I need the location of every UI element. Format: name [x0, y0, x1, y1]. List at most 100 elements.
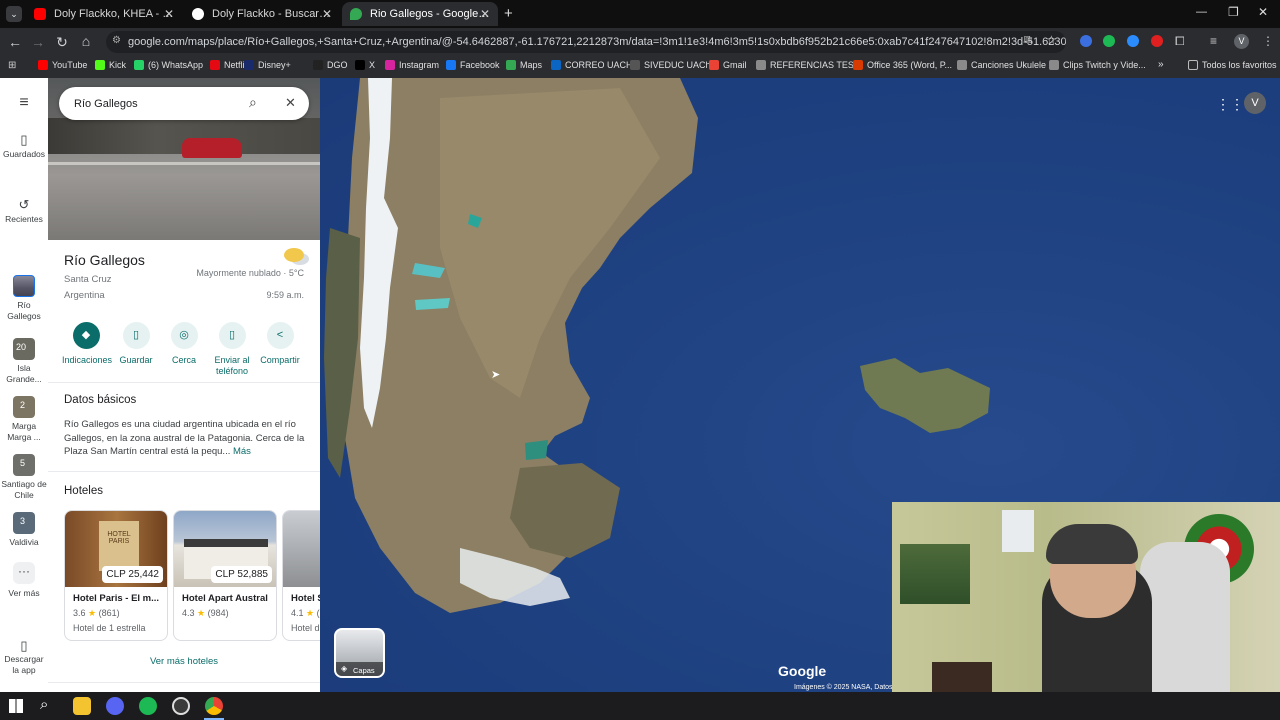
bookmark-label: Disney+	[258, 60, 291, 70]
close-window-button[interactable]: ✕	[1258, 5, 1268, 19]
browser-menu-icon[interactable]: ⋮	[1262, 34, 1274, 48]
gaming-chair	[1140, 542, 1230, 692]
rail-more-button[interactable]: ··· Ver más	[0, 562, 48, 599]
rail-recent-santiago[interactable]: 5 Santiago de Chile	[0, 454, 48, 501]
bookmark-item[interactable]: Instagram	[385, 60, 439, 70]
bookmark-item[interactable]: Canciones Ukulele	[957, 60, 1046, 70]
minimize-button[interactable]: —	[1196, 6, 1207, 18]
hotel-card[interactable]: Hotel S 4.1 ★ ( Hotel d	[282, 510, 320, 641]
tab-title: Rio Gallegos - Google Maps	[370, 8, 490, 20]
tab-google-maps[interactable]: Rio Gallegos - Google Maps ✕	[342, 2, 498, 26]
bookmark-item[interactable]: Gmail	[709, 60, 747, 70]
spotify-icon[interactable]	[139, 697, 157, 715]
tab-close-icon[interactable]: ✕	[164, 7, 174, 21]
google-logo: Google	[778, 663, 827, 679]
hotel-card[interactable]: HOTEL PARIS CLP 25,442 Hotel Paris - El m…	[64, 510, 168, 641]
send-to-phone-button[interactable]: ▯ Enviar al teléfono	[208, 322, 256, 377]
menu-hamburger-icon[interactable]: ≡	[0, 95, 48, 111]
bookmark-item[interactable]: Facebook	[446, 60, 500, 70]
rail-recent-marga-marga[interactable]: 2 Marga Marga ...	[0, 396, 48, 443]
profile-avatar[interactable]: V	[1234, 34, 1249, 49]
url-text: google.com/maps/place/Río+Gallegos,+Sant…	[128, 36, 1066, 48]
install-app-icon[interactable]: ⧉	[1024, 34, 1032, 47]
directions-button[interactable]: ◆ Indicaciones	[62, 322, 112, 366]
new-tab-button[interactable]: +	[504, 5, 513, 22]
browser-tab-strip: ⌄ Doly Flackko, KHEA - algo anda ✕ Doly …	[0, 0, 1280, 28]
rail-recent-rio-gallegos[interactable]: Río Gallegos	[0, 275, 48, 322]
rail-saved-button[interactable]: ▯ Guardados	[0, 133, 48, 160]
rail-label: Río Gallegos	[7, 300, 41, 321]
tab-google-search[interactable]: Doly Flackko - Buscar con Goog ✕	[184, 2, 340, 26]
bookmark-item[interactable]: X	[355, 60, 375, 70]
rail-recent-valdivia[interactable]: 3 Valdivia	[0, 512, 48, 548]
bookmark-item[interactable]: Kick	[95, 60, 126, 70]
apps-grid-icon[interactable]: ⊞	[8, 60, 16, 71]
search-box[interactable]: Río Gallegos ⌕ ✕	[59, 87, 309, 120]
extension-icon[interactable]	[1127, 35, 1139, 47]
rail-recent-isla-grande[interactable]: 20 Isla Grande...	[0, 338, 48, 385]
bookmark-item[interactable]: Maps	[506, 60, 542, 70]
bookmark-label: Todos los favoritos	[1202, 60, 1277, 70]
chrome-icon[interactable]	[205, 697, 223, 715]
tab-youtube[interactable]: Doly Flackko, KHEA - algo anda ✕	[26, 2, 182, 26]
clear-search-icon[interactable]: ✕	[285, 95, 296, 111]
bookmark-item[interactable]: SIVEDUC UACh	[630, 60, 711, 70]
file-explorer-icon[interactable]	[73, 697, 91, 715]
bookmark-item[interactable]: DGO	[313, 60, 348, 70]
address-bar[interactable]: ⚙ google.com/maps/place/Río+Gallegos,+Sa…	[106, 31, 1066, 53]
bookmark-favicon-icon	[551, 60, 561, 70]
all-bookmarks-folder[interactable]: Todos los favoritos	[1188, 60, 1277, 70]
bookmark-label: Instagram	[399, 60, 440, 70]
bookmark-item[interactable]: REFERENCIAS TESIS	[756, 60, 862, 70]
forward-icon[interactable]: →	[26, 34, 50, 50]
nearby-button[interactable]: ◎ Cerca	[160, 322, 208, 366]
discord-icon[interactable]	[106, 697, 124, 715]
tab-close-icon[interactable]: ✕	[322, 7, 332, 21]
reload-icon[interactable]: ↻	[50, 34, 74, 51]
rail-download-app[interactable]: ▯ Descargar la app	[0, 639, 48, 676]
place-country: Argentina	[64, 290, 105, 301]
bookmark-item[interactable]: CORREO UACH	[551, 60, 633, 70]
rail-recent-button[interactable]: ↺ Recientes	[0, 198, 48, 225]
bookmark-item[interactable]: Disney+	[244, 60, 291, 70]
more-hotels-link[interactable]: Ver más hoteles	[48, 656, 320, 667]
grammarly-extension-icon[interactable]	[1103, 35, 1115, 47]
rail-label: Ver más	[8, 588, 40, 598]
layers-icon: ◈	[341, 664, 348, 673]
extensions-puzzle-icon[interactable]: ⧠	[1175, 34, 1185, 49]
back-icon[interactable]: ←	[3, 34, 27, 50]
obs-icon[interactable]	[172, 697, 190, 715]
bookmark-item[interactable]: Clips Twitch y Vide...	[1049, 60, 1146, 70]
save-button[interactable]: ▯ Guardar	[112, 322, 160, 366]
rail-label: Guardados	[2, 149, 46, 159]
curb-shape	[48, 162, 320, 165]
more-dots-icon: ···	[13, 562, 35, 584]
share-button[interactable]: < Compartir	[256, 322, 304, 366]
bookmark-star-icon[interactable]: ☆	[1046, 33, 1057, 47]
more-link[interactable]: Más	[233, 446, 251, 457]
reading-list-icon[interactable]: ≡	[1210, 34, 1217, 48]
layers-button[interactable]: ◈ Capas	[334, 628, 385, 678]
windows-start-icon[interactable]	[9, 699, 23, 713]
bookmark-favicon-icon	[709, 60, 719, 70]
site-info-icon[interactable]: ⚙	[112, 35, 121, 46]
count-badge: 3	[20, 516, 26, 526]
tab-title: Doly Flackko - Buscar con Goog	[212, 8, 332, 20]
search-icon[interactable]: ⌕	[40, 696, 48, 713]
account-avatar[interactable]: V	[1244, 92, 1266, 114]
bookmark-item[interactable]: (6) WhatsApp	[134, 60, 203, 70]
restore-button[interactable]: ❐	[1228, 5, 1239, 19]
bookmark-item[interactable]: Office 365 (Word, P...	[853, 60, 952, 70]
tab-search-button[interactable]: ⌄	[6, 6, 22, 22]
extension-icon[interactable]	[1151, 35, 1163, 47]
home-icon[interactable]: ⌂	[74, 33, 98, 49]
hotel-card[interactable]: CLP 52,885 Hotel Apart Austral 4.3 ★ (98…	[173, 510, 277, 641]
bookmark-label: Office 365 (Word, P...	[867, 60, 953, 70]
extension-icon[interactable]	[1080, 35, 1092, 47]
bookmark-item[interactable]: YouTube	[38, 60, 87, 70]
more-bookmarks-button[interactable]: »	[1158, 59, 1164, 70]
search-icon[interactable]: ⌕	[249, 94, 257, 111]
browser-toolbar: ← → ↻ ⌂ ⚙ google.com/maps/place/Río+Gall…	[0, 28, 1280, 56]
search-input[interactable]: Río Gallegos	[74, 98, 138, 110]
tab-close-icon[interactable]: ✕	[480, 7, 490, 21]
